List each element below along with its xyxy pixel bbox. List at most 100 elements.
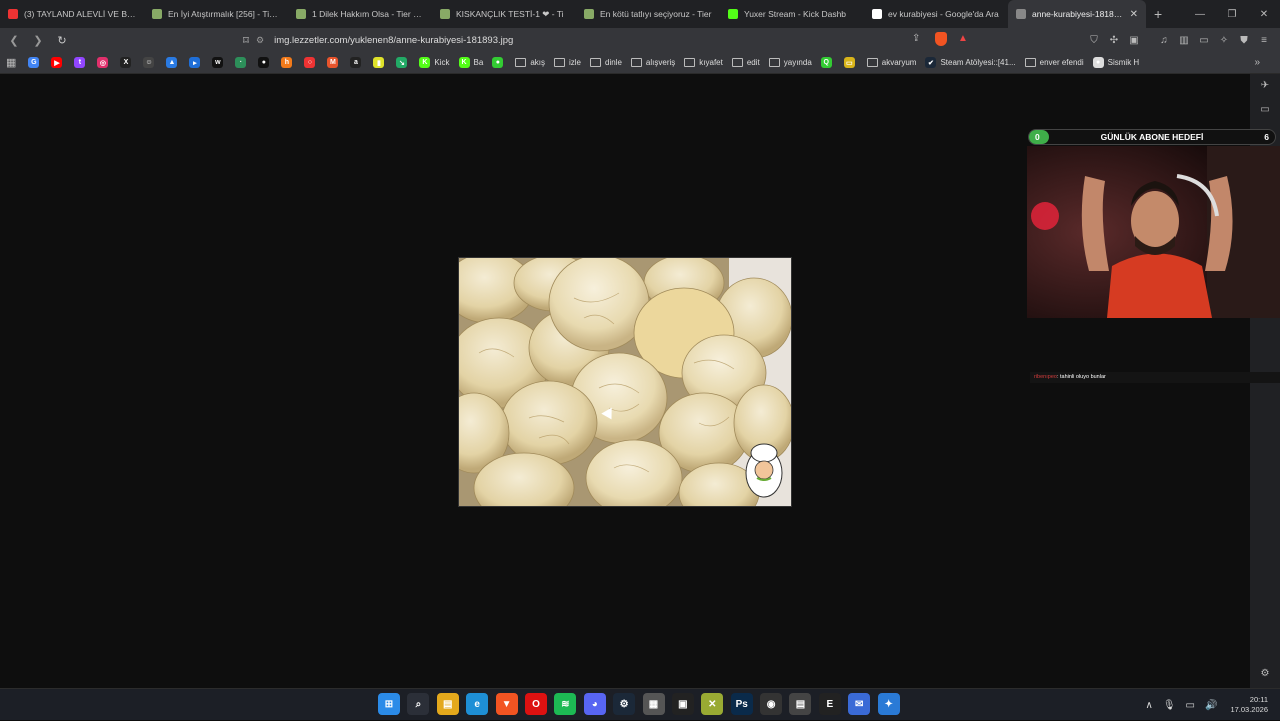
photoshop-icon[interactable]: Ps [730, 693, 753, 715]
url-text[interactable]: img.lezzetler.com/yuklenen8/anne-kurabiy… [274, 35, 513, 46]
volume-icon[interactable]: 🔊 [1205, 700, 1217, 711]
bookmark-item[interactable]: K Ba [458, 57, 483, 68]
edge-icon[interactable]: e [466, 693, 489, 715]
media-icon[interactable]: ♫ [1154, 35, 1174, 46]
app-film-icon[interactable]: ▤ [789, 693, 812, 715]
address-bar[interactable]: ⚙ img.lezzetler.com/yuklenen8/anne-kurab… [256, 30, 976, 50]
bookmark-folder[interactable]: akvaryum [866, 58, 916, 67]
tab-7[interactable]: anne-kurabiyesi-181893.jp ✕ [1008, 0, 1146, 28]
brave-icon[interactable]: ▼ [495, 693, 518, 715]
epic-icon[interactable]: E [818, 693, 841, 715]
bookmark-item[interactable]: ● [492, 57, 507, 68]
bookmark-item[interactable]: X [120, 57, 135, 68]
bookmark-item[interactable]: ▮ [373, 57, 388, 68]
wallet-icon[interactable]: ▭ [1194, 35, 1214, 46]
bookmark-item[interactable]: ● [258, 57, 273, 68]
folder-icon [515, 58, 527, 67]
shield-icon[interactable]: ⛊ [1234, 35, 1254, 46]
share-icon[interactable]: ⇪ [912, 33, 920, 44]
cookie-photo[interactable] [458, 257, 792, 507]
bookmark-item[interactable]: ▭ [843, 57, 859, 68]
more-bookmarks-icon[interactable]: » [1254, 57, 1260, 68]
tab-6[interactable]: ev kurabiyesi - Google'da Ara [864, 0, 1008, 28]
clock[interactable]: 20:11 17.03.2026 [1230, 695, 1268, 715]
tab-5[interactable]: Yuxer Stream - Kick Dashb [720, 0, 864, 28]
brave-shield-icon[interactable] [935, 32, 947, 46]
network-icon[interactable]: ▭ [1186, 700, 1195, 711]
bookmark-folder[interactable]: akış [515, 58, 545, 67]
sidebar-toggle-icon[interactable]: ▥ [1174, 35, 1194, 46]
opera-icon[interactable]: O [524, 693, 547, 715]
app-mail-icon[interactable]: ✉ [848, 693, 871, 715]
app-cog-icon[interactable]: ✦ [877, 693, 900, 715]
app-x-icon[interactable]: ▣ [671, 693, 694, 715]
minimize-icon[interactable]: — [1184, 0, 1216, 28]
bookmark-folder[interactable]: kıyafet [684, 58, 723, 67]
spotify-icon[interactable]: ≋ [554, 693, 577, 715]
bookmark-item[interactable]: ↘ [396, 57, 411, 68]
bookmark-item[interactable]: ▲ [166, 57, 181, 68]
leo-ai-icon[interactable]: ✧ [1214, 35, 1234, 46]
bookmark-item[interactable]: ▶ [51, 57, 66, 68]
tray-overflow-icon[interactable]: ∧ [1146, 700, 1153, 711]
tab-title: ev kurabiyesi - Google'da Ara [888, 9, 999, 19]
panel-icon[interactable]: ▭ [1250, 98, 1280, 122]
bookmark-folder[interactable]: dinle [590, 58, 622, 67]
bookmark-item[interactable]: ○ [304, 57, 319, 68]
search-icon[interactable]: ⌕ [407, 693, 430, 715]
menu-icon[interactable]: ≡ [1254, 35, 1274, 46]
tab-1[interactable]: En İyi Atıştırmalık [256] - Tier L [144, 0, 288, 28]
bookmark-item[interactable]: M [327, 57, 342, 68]
windows-start-icon[interactable]: ⊞ [378, 693, 400, 715]
bookmark-item[interactable]: ◎ [97, 57, 112, 68]
forward-arrow-icon[interactable]: ❯ [28, 30, 48, 50]
brave-rewards-icon[interactable]: ▲ [958, 33, 968, 44]
tab-2[interactable]: 1 Dilek Hakkım Olsa - Tier List [288, 0, 432, 28]
bookmark-item[interactable]: a [350, 57, 365, 68]
apps-grid-icon[interactable]: ▦ [6, 56, 16, 69]
screenshot-icon[interactable]: ▣ [1124, 35, 1144, 46]
bookmark-item[interactable]: ✔ Steam Atölyesi::[41... [925, 57, 1016, 68]
extensions-icon[interactable]: ✣ [1104, 35, 1124, 46]
calculator-icon[interactable]: ▦ [642, 693, 665, 715]
bookmark-folder[interactable]: izle [554, 58, 581, 67]
bookmark-item[interactable]: ▸ [189, 57, 204, 68]
close-window-icon[interactable]: ✕ [1248, 0, 1280, 28]
app-xbox-icon[interactable]: ✕ [701, 693, 724, 715]
reload-icon[interactable]: ↻ [52, 30, 72, 50]
bookmark-item[interactable]: w [212, 57, 227, 68]
steam-icon[interactable]: ⚙ [613, 693, 636, 715]
back-arrow-icon[interactable]: ❮ [4, 30, 24, 50]
bookmark-label: akış [530, 58, 545, 67]
site-info-icon[interactable]: ⚙ [256, 35, 264, 46]
bookmark-folder[interactable]: alışveriş [630, 58, 675, 67]
obs-icon[interactable]: ◉ [760, 693, 783, 715]
bookmark-item[interactable]: G [28, 57, 43, 68]
pin-icon[interactable]: ✈ [1250, 74, 1280, 98]
tab-favicon-icon [584, 9, 594, 19]
microphone-icon[interactable]: 🎙 [1163, 700, 1176, 711]
settings-gear-icon[interactable]: ⚙ [1250, 662, 1280, 686]
bookmark-favicon-icon: ◎ [97, 57, 109, 68]
bookmark-item[interactable]: ● Sismik H [1092, 57, 1139, 68]
bookmark-folder[interactable]: enver efendi [1024, 58, 1084, 67]
bookmark-favicon-icon: ▭ [843, 57, 855, 68]
restore-icon[interactable]: ❐ [1216, 0, 1248, 28]
bookmark-item[interactable]: t [74, 57, 89, 68]
tab-0[interactable]: (3) TAYLAND ALEVLİ VE BÖCEK [0, 0, 144, 28]
bookmark-icon[interactable]: ⌑ [236, 30, 256, 50]
bookmark-item[interactable]: Q [820, 57, 836, 68]
close-tab-icon[interactable]: ✕ [1130, 9, 1138, 20]
vpn-icon[interactable]: ⛉ [1084, 35, 1104, 46]
bookmark-item[interactable]: · [235, 57, 250, 68]
tab-3[interactable]: KISKANÇLIK TESTİ-1 ❤ - Ti [432, 0, 576, 28]
new-tab-button[interactable]: + [1154, 6, 1162, 22]
bookmark-folder[interactable]: yayında [768, 58, 812, 67]
bookmark-item[interactable]: K Kick [419, 57, 450, 68]
bookmark-folder[interactable]: edit [731, 58, 760, 67]
bookmark-item[interactable]: ☺ [143, 57, 158, 68]
file-explorer-icon[interactable]: ▤ [436, 693, 459, 715]
bookmark-item[interactable]: h [281, 57, 296, 68]
tab-4[interactable]: En kötü tatlıyı seçiyoruz - Tier [576, 0, 720, 28]
discord-icon[interactable]: ◕ [583, 693, 606, 715]
